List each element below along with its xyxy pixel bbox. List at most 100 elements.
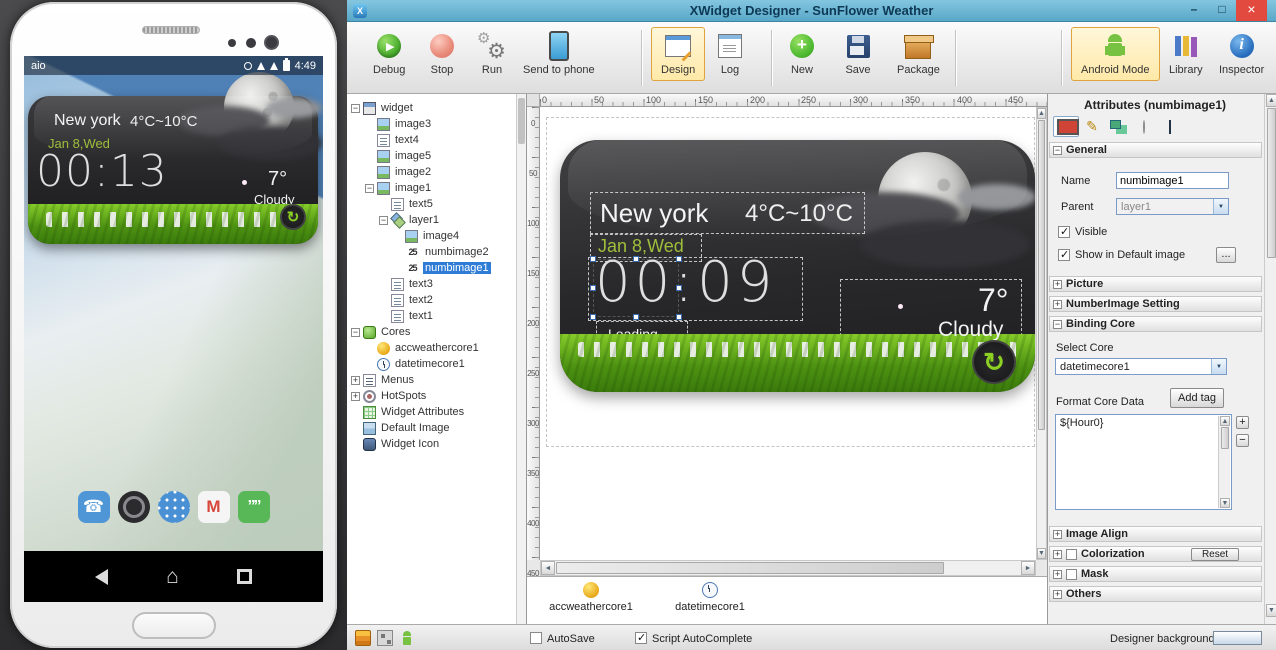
tree-item-layer1[interactable]: layer1 <box>349 212 515 228</box>
expand-icon[interactable] <box>1053 300 1062 309</box>
collapse-icon[interactable] <box>379 216 388 225</box>
tree-item-image3[interactable]: image3 <box>349 116 515 132</box>
collapse-icon[interactable] <box>1053 146 1062 155</box>
scroll-down-icon[interactable]: ▼ <box>1037 548 1046 559</box>
section-header-general[interactable]: General <box>1049 142 1262 158</box>
chevron-down-icon[interactable] <box>1211 359 1226 374</box>
name-input[interactable] <box>1116 172 1229 189</box>
textarea-scrollbar[interactable]: ▲ ▼ <box>1218 416 1230 508</box>
send-to-phone-button[interactable]: Send to phone <box>513 27 605 81</box>
expand-icon[interactable] <box>1053 570 1062 579</box>
maximize-button[interactable] <box>1208 0 1236 21</box>
save-button[interactable]: Save <box>835 27 881 81</box>
tree-item-accweathercore1[interactable]: accweathercore1 <box>349 340 515 356</box>
mask-checkbox[interactable] <box>1066 569 1077 580</box>
grass-image[interactable] <box>560 334 1035 392</box>
tree-item-text1[interactable]: text1 <box>349 308 515 324</box>
scrollbar-thumb[interactable] <box>518 98 525 144</box>
tree-scrollbar[interactable] <box>516 94 526 624</box>
tree-item-numbimage1[interactable]: 25 numbimage1 <box>349 260 515 276</box>
tree-item-widget-attributes[interactable]: Widget Attributes <box>349 404 515 420</box>
tree-item-text2[interactable]: text2 <box>349 292 515 308</box>
decrease-button[interactable]: − <box>1236 434 1249 447</box>
parent-dropdown[interactable]: layer1 <box>1116 198 1229 215</box>
tab-3d[interactable] <box>1157 116 1183 137</box>
add-tag-button[interactable]: Add tag <box>1170 388 1224 408</box>
tree-item-menus[interactable]: Menus <box>349 372 515 388</box>
tab-display[interactable] <box>1053 116 1079 137</box>
expand-icon[interactable] <box>1053 590 1062 599</box>
widget-temp-range[interactable]: 4°C~10°C <box>745 200 853 228</box>
tree-item-image4[interactable]: image4 <box>349 228 515 244</box>
tree-item-numbimage2[interactable]: 25 numbimage2 <box>349 244 515 260</box>
expand-icon[interactable] <box>1053 530 1062 539</box>
designer-background-color-picker[interactable] <box>1213 631 1262 645</box>
widget-clock[interactable]: 00:09 <box>595 252 776 314</box>
tree-item-image5[interactable]: image5 <box>349 148 515 164</box>
expand-icon[interactable] <box>351 392 360 401</box>
visible-checkbox[interactable] <box>1058 226 1070 238</box>
stop-button[interactable]: Stop <box>419 27 465 81</box>
tree-item-image2[interactable]: image2 <box>349 164 515 180</box>
collapse-icon[interactable] <box>351 328 360 337</box>
widget-condition[interactable]: Cloudy <box>938 318 1003 342</box>
tab-edit[interactable] <box>1079 116 1105 137</box>
scrollbar-thumb[interactable] <box>1267 108 1276 258</box>
increase-button[interactable]: + <box>1236 416 1249 429</box>
expand-icon[interactable] <box>1053 550 1062 559</box>
colorization-checkbox[interactable] <box>1066 549 1077 560</box>
scroll-right-icon[interactable]: ► <box>1021 561 1035 575</box>
section-header-mask[interactable]: Mask <box>1049 566 1262 582</box>
section-header-picture[interactable]: Picture <box>1049 276 1262 292</box>
cloud-image[interactable] <box>958 184 1035 210</box>
package-button[interactable]: Package <box>887 27 950 81</box>
script-autocomplete-checkbox[interactable] <box>635 632 647 644</box>
chevron-down-icon[interactable] <box>1213 199 1228 214</box>
section-header-colorization[interactable]: Colorization Reset <box>1049 546 1262 562</box>
scrollbar-thumb[interactable] <box>1038 120 1045 430</box>
tree-item-cores[interactable]: Cores <box>349 324 515 340</box>
attributes-scrollbar[interactable]: ▲ ▼ <box>1264 94 1276 624</box>
scroll-down-icon[interactable]: ▼ <box>1220 498 1230 508</box>
inspector-button[interactable]: Inspector <box>1209 27 1274 81</box>
collapse-icon[interactable] <box>1053 320 1062 329</box>
expand-icon[interactable] <box>1053 280 1062 289</box>
reset-button[interactable]: Reset <box>1191 548 1239 561</box>
scroll-down-icon[interactable]: ▼ <box>1266 604 1276 617</box>
scrollbar-thumb[interactable] <box>556 562 944 574</box>
collapse-icon[interactable] <box>365 184 374 193</box>
tree-item-image1[interactable]: image1 <box>349 180 515 196</box>
scroll-up-icon[interactable]: ▲ <box>1266 94 1276 107</box>
library-button[interactable]: Library <box>1159 27 1213 81</box>
tab-screens[interactable] <box>1105 116 1131 137</box>
tree-item-default-image[interactable]: Default Image <box>349 420 515 436</box>
format-core-data-textarea[interactable]: ${Hour0} ▲ ▼ <box>1055 414 1232 510</box>
tab-colors[interactable] <box>1131 116 1157 137</box>
section-header-numberimage[interactable]: NumberImage Setting <box>1049 296 1262 312</box>
tree-item-text4[interactable]: text4 <box>349 132 515 148</box>
section-header-others[interactable]: Others <box>1049 586 1262 602</box>
refresh-icon[interactable] <box>972 340 1016 384</box>
android-mode-button[interactable]: Android Mode <box>1071 27 1160 81</box>
design-button[interactable]: Design <box>651 27 705 81</box>
section-header-binding-core[interactable]: Binding Core <box>1049 316 1262 332</box>
scroll-up-icon[interactable]: ▲ <box>1220 416 1230 426</box>
core-item-datetimecore1[interactable]: datetimecore1 <box>666 582 754 613</box>
tree-item-widget[interactable]: widget <box>349 100 515 116</box>
section-header-image-align[interactable]: Image Align <box>1049 526 1262 542</box>
log-button[interactable]: Log <box>707 27 753 81</box>
tree-item-hotspots[interactable]: HotSpots <box>349 388 515 404</box>
show-default-checkbox[interactable] <box>1058 249 1070 261</box>
close-button[interactable] <box>1236 0 1267 21</box>
minimize-button[interactable] <box>1180 0 1208 21</box>
android-icon[interactable] <box>399 630 415 646</box>
expand-icon[interactable] <box>351 376 360 385</box>
canvas-vertical-scrollbar[interactable]: ▲ ▼ <box>1036 107 1047 560</box>
canvas-horizontal-scrollbar[interactable]: ◄ ► <box>540 560 1036 576</box>
scroll-left-icon[interactable]: ◄ <box>541 561 555 575</box>
select-core-dropdown[interactable]: datetimecore1 <box>1055 358 1227 375</box>
browse-button[interactable]: ... <box>1216 247 1236 263</box>
autosave-checkbox[interactable] <box>530 632 542 644</box>
scrollbar-thumb[interactable] <box>1221 427 1229 449</box>
cloud-image[interactable] <box>860 220 1030 268</box>
